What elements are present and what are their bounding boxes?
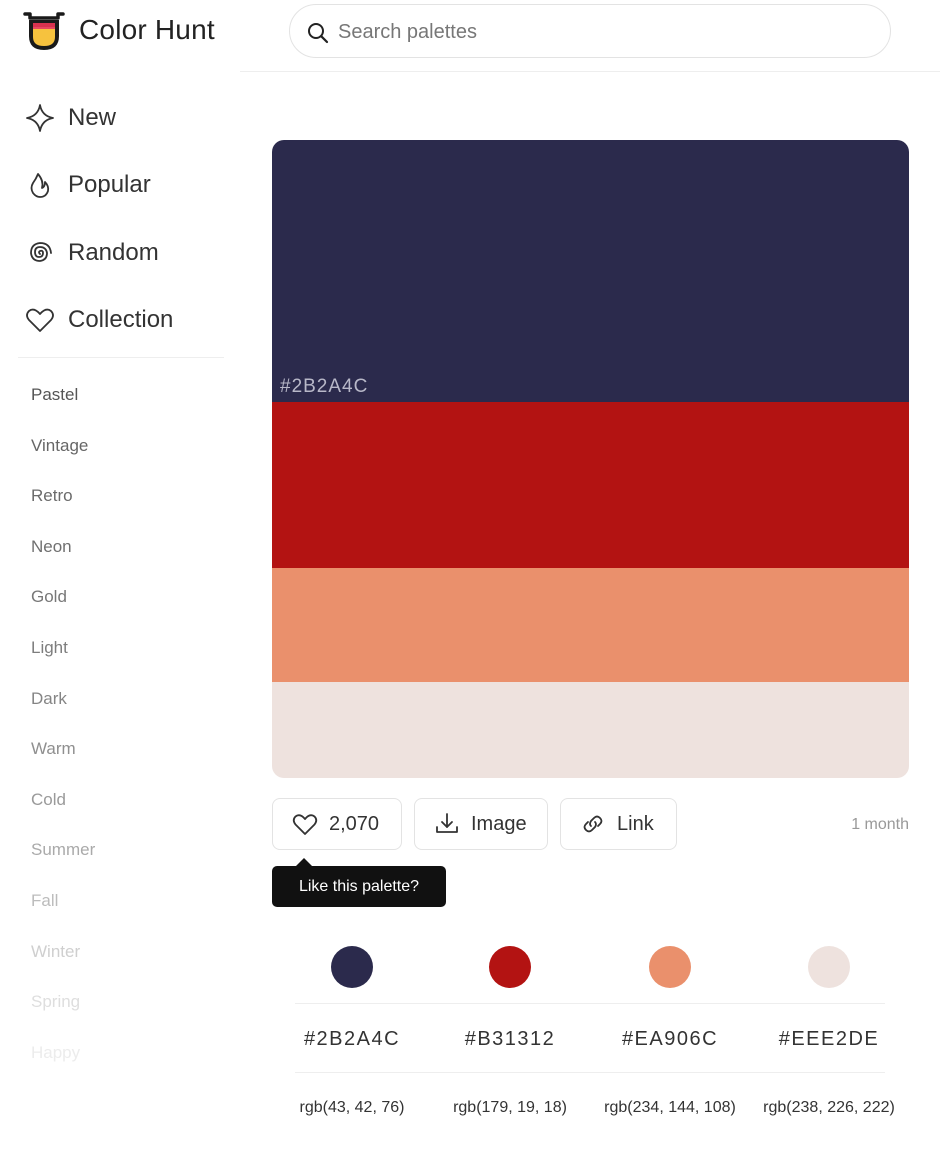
- header-divider: [240, 71, 940, 72]
- hex-code-4[interactable]: #EEE2DE: [749, 1028, 909, 1051]
- nav-label: Random: [68, 239, 159, 266]
- download-icon: [436, 813, 458, 833]
- swatch-color-4[interactable]: [272, 682, 909, 778]
- tag-neon[interactable]: Neon: [31, 537, 72, 557]
- tag-fall[interactable]: Fall: [31, 891, 58, 911]
- nav-label: Popular: [68, 171, 151, 198]
- tag-pastel[interactable]: Pastel: [31, 385, 78, 405]
- heart-icon: [292, 814, 318, 835]
- color-dot-4[interactable]: [808, 946, 850, 988]
- tag-light[interactable]: Light: [31, 638, 68, 658]
- sidebar-divider: [18, 357, 224, 358]
- hex-code-3[interactable]: #EA906C: [590, 1028, 750, 1051]
- swatch-color-2[interactable]: [272, 402, 909, 568]
- details-divider: [295, 1072, 885, 1073]
- color-dot-2[interactable]: [489, 946, 531, 988]
- search-icon: [308, 23, 329, 44]
- color-dot-1[interactable]: [331, 946, 373, 988]
- nav-item-popular[interactable]: Popular: [24, 165, 151, 205]
- like-button[interactable]: 2,070: [272, 798, 402, 850]
- brand-name[interactable]: Color Hunt: [79, 14, 215, 46]
- tag-warm[interactable]: Warm: [31, 739, 76, 759]
- swatch-hex-label: #2B2A4C: [280, 376, 369, 397]
- heart-icon: [26, 308, 54, 332]
- swatch-color-1[interactable]: #2B2A4C: [272, 140, 909, 402]
- tag-summer[interactable]: Summer: [31, 840, 95, 860]
- tag-winter[interactable]: Winter: [31, 942, 80, 962]
- spiral-icon: [30, 242, 52, 262]
- tag-vintage[interactable]: Vintage: [31, 436, 88, 456]
- flame-icon: [30, 173, 50, 198]
- hex-code-1[interactable]: #2B2A4C: [272, 1028, 432, 1051]
- nav-item-random[interactable]: Random: [24, 233, 159, 273]
- rgb-value-3[interactable]: rgb(234, 144, 108): [600, 1097, 740, 1118]
- details-divider: [295, 1003, 885, 1004]
- rgb-value-2[interactable]: rgb(179, 19, 18): [440, 1097, 580, 1118]
- copy-link-button[interactable]: Link: [560, 798, 677, 850]
- tooltip-text: Like this palette?: [298, 877, 420, 895]
- palette-card[interactable]: #2B2A4C: [272, 140, 909, 778]
- search-input[interactable]: [338, 15, 858, 49]
- nav-item-collection[interactable]: Collection: [24, 300, 173, 340]
- tag-spring[interactable]: Spring: [31, 992, 80, 1012]
- tag-gold[interactable]: Gold: [31, 587, 67, 607]
- nav-label: New: [68, 104, 117, 131]
- rgb-value-1[interactable]: rgb(43, 42, 76): [282, 1097, 422, 1118]
- nav-item-new[interactable]: New: [24, 98, 116, 138]
- tag-retro[interactable]: Retro: [31, 486, 73, 506]
- image-button-label: Image: [471, 812, 527, 835]
- sparkle-icon: [26, 104, 54, 132]
- rgb-value-4[interactable]: rgb(238, 226, 222): [759, 1097, 899, 1118]
- color-hunt-logo[interactable]: [20, 6, 68, 54]
- hex-code-2[interactable]: #B31312: [430, 1028, 590, 1051]
- nav-label: Collection: [68, 306, 174, 333]
- palette-age: 1 month: [851, 816, 909, 833]
- tag-happy[interactable]: Happy: [31, 1043, 80, 1063]
- like-tooltip: Like this palette?: [272, 858, 446, 907]
- link-button-label: Link: [617, 812, 654, 835]
- color-dot-3[interactable]: [649, 946, 691, 988]
- swatch-color-3[interactable]: [272, 568, 909, 682]
- search-bar[interactable]: [289, 4, 891, 58]
- tooltip-arrow: [296, 858, 312, 866]
- link-icon: [583, 815, 603, 833]
- tag-cold[interactable]: Cold: [31, 790, 66, 810]
- image-download-button[interactable]: Image: [414, 798, 548, 850]
- like-count: 2,070: [329, 812, 380, 835]
- tag-dark[interactable]: Dark: [31, 689, 67, 709]
